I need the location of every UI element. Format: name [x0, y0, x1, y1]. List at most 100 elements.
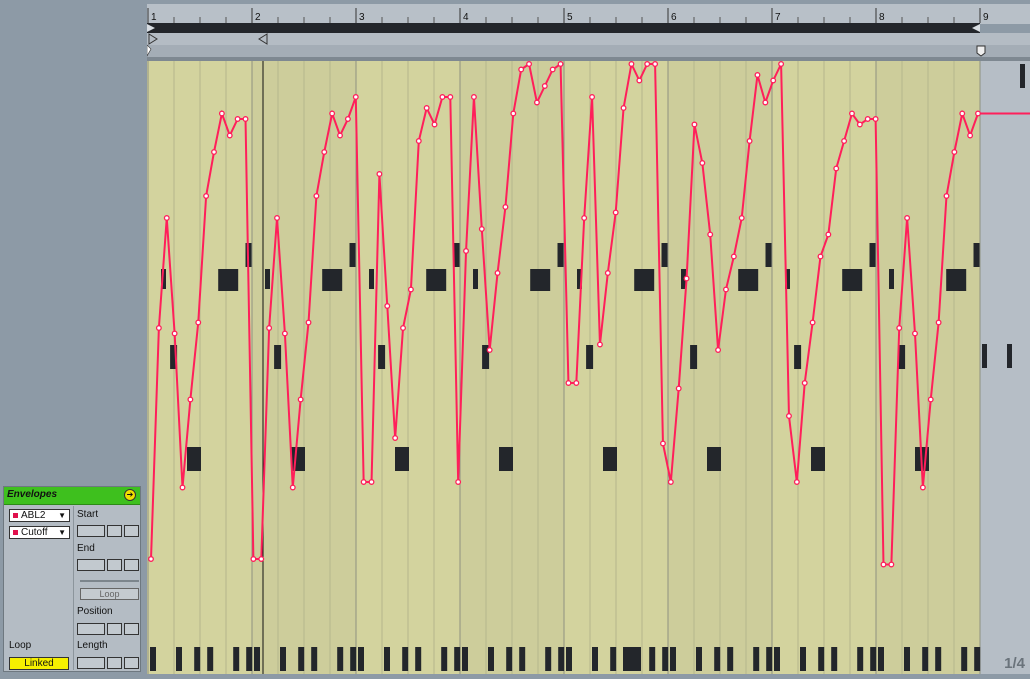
envelope-breakpoint[interactable]: [872, 116, 879, 122]
midi-note[interactable]: [973, 243, 980, 267]
midi-note[interactable]: [441, 647, 448, 671]
midi-note[interactable]: [690, 345, 698, 369]
midi-note[interactable]: [558, 647, 565, 671]
midi-note[interactable]: [794, 345, 802, 369]
end-beat-field[interactable]: [107, 559, 122, 571]
envelope-breakpoint[interactable]: [652, 61, 659, 67]
midi-note[interactable]: [402, 647, 409, 671]
midi-note[interactable]: [291, 447, 305, 471]
midi-note[interactable]: [935, 647, 942, 671]
midi-note[interactable]: [246, 647, 253, 671]
midi-note[interactable]: [974, 647, 981, 671]
midi-note[interactable]: [878, 647, 884, 671]
envelope-breakpoint[interactable]: [691, 121, 698, 128]
midi-note[interactable]: [426, 269, 447, 291]
envelopes-header[interactable]: Envelopes ➔: [4, 487, 140, 505]
envelope-breakpoint[interactable]: [415, 138, 422, 144]
envelope-breakpoint[interactable]: [203, 193, 210, 199]
position-bar-field[interactable]: [77, 623, 105, 635]
envelope-breakpoint[interactable]: [376, 171, 383, 177]
envelope-breakpoint[interactable]: [211, 149, 217, 155]
midi-note[interactable]: [337, 647, 344, 671]
envelope-breakpoint[interactable]: [856, 121, 863, 128]
envelope-breakpoint[interactable]: [289, 484, 296, 491]
midi-note[interactable]: [499, 447, 513, 471]
envelope-breakpoint[interactable]: [636, 77, 643, 84]
position-beat-field[interactable]: [107, 623, 122, 635]
midi-note[interactable]: [395, 447, 409, 471]
midi-note[interactable]: [818, 647, 825, 671]
midi-note[interactable]: [800, 647, 806, 671]
midi-note[interactable]: [378, 345, 386, 369]
midi-note[interactable]: [961, 647, 968, 671]
envelope-breakpoint[interactable]: [321, 149, 328, 155]
envelope-breakpoint[interactable]: [234, 116, 241, 122]
envelope-breakpoint[interactable]: [187, 396, 194, 403]
midi-note[interactable]: [384, 647, 390, 671]
midi-note[interactable]: [254, 647, 260, 671]
scrub-area[interactable]: [147, 45, 1030, 57]
device-chooser[interactable]: ABL2 ▼: [9, 509, 70, 522]
envelope-breakpoint[interactable]: [313, 193, 320, 199]
midi-note[interactable]: [603, 447, 617, 471]
midi-note[interactable]: [831, 647, 838, 671]
midi-note[interactable]: [322, 269, 343, 291]
envelope-breakpoint[interactable]: [762, 99, 769, 106]
envelope-breakpoint[interactable]: [344, 116, 351, 122]
envelope-breakpoint[interactable]: [919, 484, 926, 491]
midi-note[interactable]: [1007, 344, 1012, 368]
midi-note[interactable]: [982, 344, 987, 368]
midi-note[interactable]: [218, 269, 239, 291]
midi-note[interactable]: [870, 647, 877, 671]
midi-note[interactable]: [634, 269, 655, 291]
envelope-breakpoint[interactable]: [778, 61, 785, 67]
envelope-breakpoint[interactable]: [470, 94, 477, 100]
envelope-breakpoint[interactable]: [274, 215, 280, 221]
midi-note[interactable]: [811, 447, 825, 471]
envelope-breakpoint[interactable]: [242, 116, 249, 122]
envelope-breakpoint[interactable]: [904, 215, 911, 221]
envelope-breakpoint[interactable]: [565, 380, 572, 386]
envelope-breakpoint[interactable]: [218, 110, 225, 117]
envelope-breakpoint[interactable]: [163, 215, 170, 221]
linked-button[interactable]: Linked: [9, 657, 69, 670]
playhead-marker-icon[interactable]: [976, 45, 986, 57]
envelope-breakpoint[interactable]: [675, 385, 682, 392]
envelope-breakpoint[interactable]: [589, 94, 596, 100]
envelope-breakpoint[interactable]: [502, 204, 509, 210]
envelope-breakpoint[interactable]: [526, 61, 533, 67]
start-sixteenth-field[interactable]: [124, 525, 139, 537]
envelope-breakpoint[interactable]: [148, 556, 154, 562]
envelope-breakpoint[interactable]: [833, 165, 840, 172]
midi-note[interactable]: [662, 647, 669, 671]
envelope-breakpoint[interactable]: [258, 556, 265, 562]
midi-note[interactable]: [415, 647, 422, 671]
midi-note[interactable]: [727, 647, 734, 671]
length-beat-field[interactable]: [107, 657, 122, 669]
envelope-breakpoint[interactable]: [407, 286, 414, 293]
envelope-breakpoint[interactable]: [179, 484, 186, 491]
midi-note[interactable]: [454, 647, 461, 671]
envelope-breakpoint[interactable]: [431, 121, 438, 128]
envelope-editor-canvas[interactable]: 1 2 3 4 5 6 7 8 9 1/4: [146, 4, 1030, 674]
start-bar-field[interactable]: [77, 525, 105, 537]
envelope-breakpoint[interactable]: [975, 110, 981, 117]
envelope-breakpoint[interactable]: [746, 138, 753, 144]
midi-note[interactable]: [670, 647, 676, 671]
envelope-breakpoint[interactable]: [620, 105, 627, 111]
length-bar-field[interactable]: [77, 657, 105, 669]
midi-note[interactable]: [857, 647, 864, 671]
midi-note[interactable]: [349, 243, 356, 267]
envelope-breakpoint[interactable]: [455, 479, 462, 485]
midi-note[interactable]: [610, 647, 617, 671]
midi-note[interactable]: [623, 647, 641, 671]
envelope-breakpoint[interactable]: [770, 77, 777, 84]
midi-note[interactable]: [946, 269, 967, 291]
envelope-breakpoint[interactable]: [738, 215, 745, 221]
midi-note[interactable]: [889, 269, 894, 289]
envelope-breakpoint[interactable]: [478, 226, 485, 232]
envelope-breakpoint[interactable]: [730, 253, 737, 260]
envelope-breakpoint[interactable]: [699, 160, 706, 166]
midi-note[interactable]: [488, 647, 494, 671]
midi-note[interactable]: [176, 647, 182, 671]
